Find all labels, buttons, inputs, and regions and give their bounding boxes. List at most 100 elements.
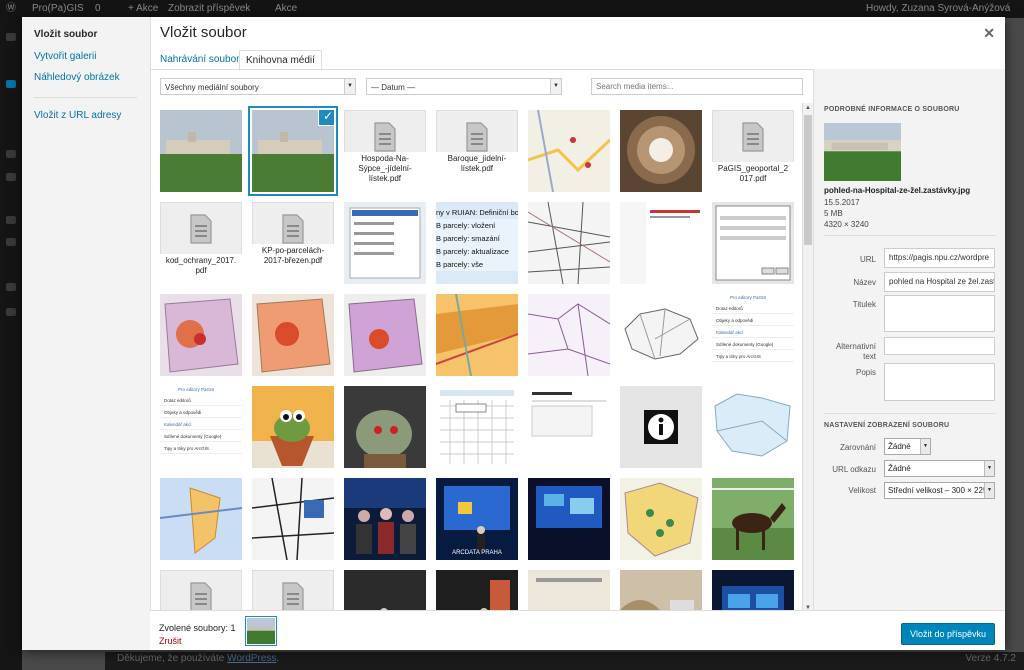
tab-media-library[interactable]: Knihovna médií [239, 50, 322, 71]
media-item-image[interactable] [620, 110, 702, 192]
selected-thumbnail-image [247, 618, 275, 644]
selected-thumbnail[interactable] [247, 618, 275, 644]
media-item-image[interactable]: 353 [528, 570, 610, 611]
media-item-image[interactable] [528, 294, 610, 376]
media-item-image[interactable] [528, 386, 610, 468]
tools-icon[interactable] [6, 283, 16, 291]
menu-insert-media[interactable]: Vložit soubor [34, 29, 97, 40]
media-item-image[interactable] [620, 294, 702, 376]
tab-upload-files[interactable]: Nahrávání souborů [154, 50, 251, 69]
media-item-image[interactable]: ny v RUIAN: Definiční bo B parcely: vlože… [436, 202, 518, 284]
admin-bar-greeting[interactable]: Howdy, Zuzana Syrová-Anýžová [866, 0, 1010, 18]
thumbnail-image [712, 570, 794, 611]
media-item-image[interactable] [620, 386, 702, 468]
search-input[interactable] [591, 78, 803, 95]
align-select[interactable]: Žádné ▼ [884, 438, 931, 455]
admin-bar-new-label: Akce [136, 3, 159, 14]
ruian-line: ny v RUIAN: Definiční bo [436, 208, 518, 217]
comments-icon[interactable] [6, 216, 16, 224]
date-filter-select[interactable]: — Datum — ▼ [366, 78, 562, 95]
scroll-thumb[interactable] [804, 115, 812, 245]
clear-selection-link[interactable]: Zrušit [159, 636, 182, 646]
media-item-document[interactable]: Hospoda-Na-Sýpce_-jídelní-lístek.pdf [344, 110, 426, 192]
media-item-image[interactable] [252, 386, 334, 468]
media-item-document[interactable] [252, 570, 334, 611]
media-item-image[interactable] [160, 478, 242, 560]
media-item-image[interactable] [160, 294, 242, 376]
media-item-document[interactable]: KP-po-parcelách-2017-březen.pdf [252, 202, 334, 284]
appearance-icon[interactable] [6, 238, 16, 246]
media-item-image[interactable] [712, 478, 794, 560]
media-item-image[interactable] [344, 202, 426, 284]
media-item-image[interactable] [528, 202, 610, 284]
dashboard-icon[interactable] [6, 33, 16, 41]
media-item-image[interactable] [436, 294, 518, 376]
media-filename: PaGIS_geoportal_2017.pdf [712, 162, 794, 192]
url-field[interactable]: https://pagis.npu.cz/wordpre [884, 248, 995, 268]
admin-bar-new[interactable]: + Akce [128, 0, 158, 18]
posts-icon[interactable] [6, 80, 16, 88]
media-item-image[interactable] [344, 570, 426, 611]
menu-insert-from-url[interactable]: Vložit z URL adresy [34, 110, 121, 121]
thumbnail-image [252, 294, 334, 376]
admin-bar-site[interactable]: Pro(Pa)GIS [32, 0, 84, 18]
media-item-image[interactable]: ARCDATA PRAHA [436, 478, 518, 560]
admin-bar-comments[interactable]: 0 [95, 0, 101, 18]
settings-icon[interactable] [6, 308, 16, 316]
media-item-image[interactable] [436, 570, 518, 611]
media-item-document[interactable]: Baroque_jídelní-lístek.pdf [436, 110, 518, 192]
thumbnail-image [436, 386, 518, 468]
media-item-image[interactable]: Pro editory PaGIS Dotaz editorů Objeky a o… [712, 294, 794, 376]
menu-screenshot-title: Pro editory PaGIS [730, 295, 767, 300]
admin-bar-actions[interactable]: Akce [275, 0, 297, 18]
media-item-image[interactable] [712, 202, 794, 284]
media-item-image[interactable]: Pro editory PaGIS Dotaz editorů Objeky a o… [160, 386, 242, 468]
pages-icon[interactable] [6, 173, 16, 181]
media-item-image[interactable] [252, 478, 334, 560]
wordpress-icon[interactable]: Ⓦ [6, 0, 16, 18]
media-item-image[interactable] [160, 110, 242, 192]
media-item-image[interactable] [712, 570, 794, 611]
media-item-image[interactable] [620, 570, 702, 611]
media-item-image[interactable] [620, 478, 702, 560]
media-item-document[interactable]: PaGIS_geoportal_2017.pdf [712, 110, 794, 192]
caption-field[interactable] [884, 295, 995, 332]
details-date: 15.5.2017 [824, 198, 860, 207]
size-select[interactable]: Střední velikost – 300 × 225 ▼ [884, 482, 995, 499]
menu-create-gallery[interactable]: Vytvořit galerii [34, 51, 96, 62]
media-item-image[interactable] [528, 110, 610, 192]
align-label: Zarovnání [839, 443, 876, 452]
name-field[interactable]: pohled na Hospital ze žel.zastá [884, 272, 995, 292]
media-item-image[interactable] [252, 294, 334, 376]
media-item-image[interactable] [528, 478, 610, 560]
media-grid: ✓ Hospoda-Na-Sýpce_-jídelní-lístek.pdf Bar… [150, 101, 801, 611]
insert-into-post-button[interactable]: Vložit do příspěvku [900, 623, 995, 645]
media-item-image[interactable] [436, 386, 518, 468]
media-item-document[interactable]: kod_ochrany_2017.pdf [160, 202, 242, 284]
type-filter-select[interactable]: Všechny mediální soubory ▼ [160, 78, 356, 95]
wordpress-link[interactable]: WordPress [227, 653, 276, 664]
media-item-image[interactable] [712, 386, 794, 468]
close-icon[interactable]: ✕ [983, 25, 995, 42]
link-select[interactable]: Žádné ▼ [884, 460, 995, 477]
scroll-up-icon[interactable]: ▲ [803, 103, 813, 113]
thumbnail-image [712, 202, 794, 284]
checkmark-icon[interactable]: ✓ [319, 110, 334, 125]
alt-text-field[interactable] [884, 337, 995, 355]
menu-featured-image[interactable]: Náhledový obrázek [34, 72, 120, 83]
document-icon [466, 122, 488, 152]
media-item-image[interactable] [620, 202, 702, 284]
media-item-image[interactable]: ✓ [252, 110, 334, 192]
admin-footer-thanks: Děkujeme, že používáte WordPress. [117, 652, 279, 666]
media-item-image[interactable] [344, 294, 426, 376]
description-field[interactable] [884, 363, 995, 401]
media-item-image[interactable] [344, 478, 426, 560]
grid-scrollbar[interactable]: ▲ ▼ [802, 103, 813, 613]
details-dimensions: 4320 × 3240 [824, 220, 869, 229]
media-icon[interactable] [6, 150, 16, 158]
admin-bar-view-post[interactable]: Zobrazit příspěvek [168, 0, 250, 18]
media-item-document[interactable] [160, 570, 242, 611]
menu-screenshot-line: Dotaz editorů [712, 305, 794, 314]
thumbnail-image [712, 478, 794, 560]
media-item-image[interactable] [344, 386, 426, 468]
